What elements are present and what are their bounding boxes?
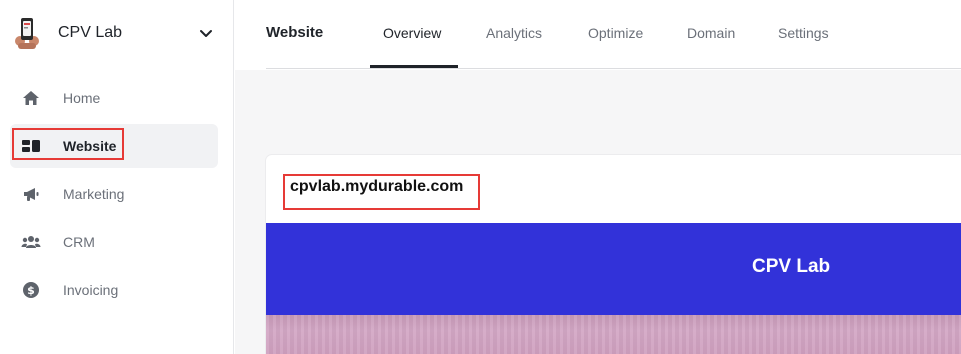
tab-overview[interactable]: Overview	[383, 25, 441, 41]
sidebar-item-label: CRM	[63, 234, 95, 250]
sidebar-item-label: Marketing	[63, 186, 125, 202]
megaphone-icon	[21, 184, 41, 204]
svg-text:$: $	[27, 284, 35, 297]
page-title: Website	[266, 24, 324, 41]
sidebar-item-marketing[interactable]: Marketing	[10, 172, 218, 216]
sidebar: CPV Lab Home Website Marketing CRM $ Inv…	[0, 0, 234, 354]
preview-hero-image	[266, 315, 961, 354]
tab-optimize[interactable]: Optimize	[588, 25, 643, 41]
tab-settings[interactable]: Settings	[778, 25, 829, 41]
home-icon	[21, 88, 41, 108]
dollar-circle-icon: $	[21, 280, 41, 300]
sidebar-item-label: Home	[63, 90, 101, 106]
sidebar-nav: Home Website Marketing CRM $ Invoicing	[10, 76, 218, 316]
workspace-name: CPV Lab	[58, 24, 123, 41]
sidebar-item-website[interactable]: Website	[10, 124, 218, 168]
tab-analytics[interactable]: Analytics	[486, 25, 542, 41]
users-icon	[21, 232, 41, 252]
active-tab-indicator	[370, 65, 458, 68]
app-window: CPV Lab Home Website Marketing CRM $ Inv…	[0, 0, 961, 354]
preview-site-title: CPV Lab	[752, 256, 831, 277]
sidebar-item-label: Website	[63, 138, 117, 154]
sidebar-item-home[interactable]: Home	[10, 76, 218, 120]
tab-domain[interactable]: Domain	[687, 25, 735, 41]
brand-logo-icon	[14, 15, 40, 51]
sidebar-item-crm[interactable]: CRM	[10, 220, 218, 264]
preview-header-banner: CPV Lab	[266, 223, 961, 315]
top-tabbar: Website Overview Analytics Optimize Doma…	[266, 0, 961, 69]
website-preview-card: cpvlab.mydurable.com CPV Lab	[266, 155, 961, 354]
workspace-switcher[interactable]: CPV Lab	[14, 14, 220, 52]
website-icon	[21, 136, 41, 156]
sidebar-item-invoicing[interactable]: $ Invoicing	[10, 268, 218, 312]
sidebar-item-label: Invoicing	[63, 282, 119, 298]
chevron-down-icon[interactable]	[196, 23, 216, 43]
site-url[interactable]: cpvlab.mydurable.com	[290, 178, 463, 196]
